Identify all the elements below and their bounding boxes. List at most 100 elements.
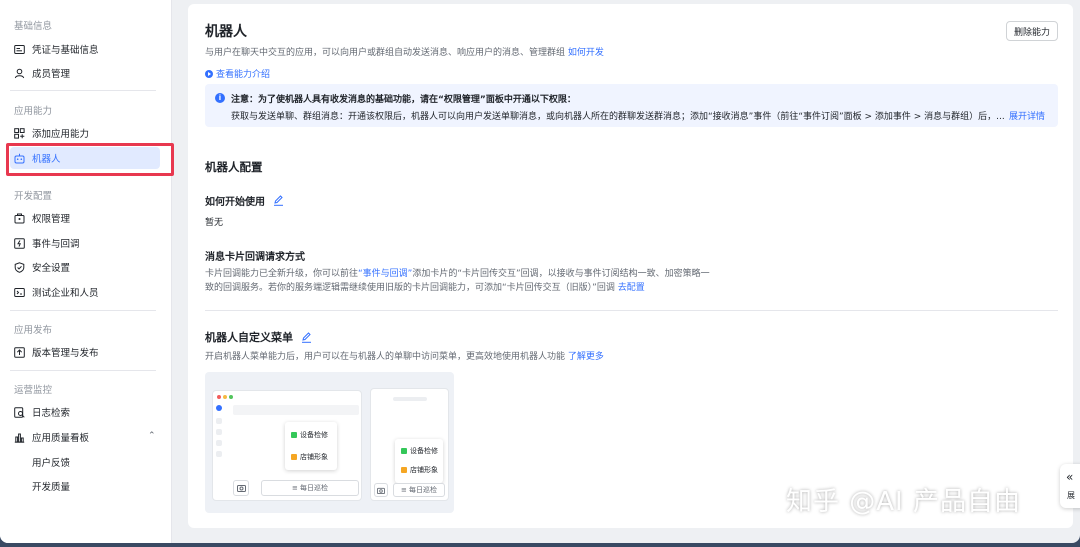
card-callback-text: 卡片回调能力已全新升级，你可以前往 bbox=[205, 269, 359, 279]
how-to-use-heading: 如何开始使用 bbox=[205, 193, 284, 208]
notice-body: 获取与发送单聊、群组消息：开通该权限后，机器人可以向用户发送单聊消息，或向机器人… bbox=[231, 112, 1005, 122]
section-title-release: 应用发布 bbox=[14, 325, 53, 336]
preview-line bbox=[393, 397, 427, 401]
page-description: 与用户在聊天中交互的应用，可以向用户或群组自动发送消息、响应用户的消息、管理群组… bbox=[205, 45, 604, 58]
highlight-box bbox=[6, 143, 174, 176]
preview-line bbox=[216, 440, 222, 446]
preview-menu-item: 设备检修 bbox=[401, 446, 438, 456]
preview-line bbox=[216, 429, 222, 435]
shield-icon bbox=[14, 261, 25, 273]
divider bbox=[10, 310, 156, 311]
sidebar-item-events[interactable]: 事件与回调 bbox=[10, 232, 160, 254]
card-callback-line2: 致的回调服务。若你的服务端逻辑需继续使用旧版的卡片回调能力，可添加“卡片回传交互… bbox=[205, 281, 645, 295]
play-icon bbox=[205, 69, 213, 78]
sidebar-item-members[interactable]: 成员管理 bbox=[10, 62, 160, 84]
card-callback-text: 致的回调服务。若你的服务端逻辑需继续使用旧版的卡片回调能力，可添加“卡片回传交互… bbox=[205, 283, 615, 293]
section-title-monitoring: 运营监控 bbox=[14, 385, 53, 396]
learn-more-link[interactable]: 了解更多 bbox=[568, 352, 604, 362]
chart-icon bbox=[14, 432, 25, 443]
preview-desktop-window: 设备检修 店铺形象 ≡ 每日巡检 bbox=[212, 390, 362, 501]
window-dot bbox=[223, 395, 227, 399]
expand-side-widget[interactable]: « 展 bbox=[1060, 464, 1080, 508]
page-title: 机器人 bbox=[205, 24, 247, 40]
sidebar-item-test-users[interactable]: 测试企业和人员 bbox=[10, 281, 160, 303]
window-dot bbox=[229, 395, 233, 399]
how-to-use-title: 如何开始使用 bbox=[205, 197, 265, 208]
how-to-develop-link[interactable]: 如何开发 bbox=[568, 48, 604, 58]
sidebar-item-label: 日志检索 bbox=[32, 408, 71, 419]
preview-line bbox=[216, 418, 222, 424]
info-icon: i bbox=[215, 93, 225, 103]
events-callback-link[interactable]: “事件与回调” bbox=[358, 269, 412, 279]
preview-menu-item: 店铺形象 bbox=[401, 465, 438, 475]
camera-icon bbox=[374, 483, 388, 497]
watermark: 知乎 @AI 产品自由 bbox=[786, 487, 1021, 517]
view-intro-link[interactable]: 查看能力介绍 bbox=[205, 67, 270, 80]
member-icon bbox=[14, 68, 25, 79]
custom-menu-heading: 机器人自定义菜单 bbox=[205, 329, 312, 345]
preview-avatar bbox=[216, 405, 222, 411]
preview-menu-popup: 设备检修 店铺形象 bbox=[285, 422, 337, 470]
sidebar-item-permissions[interactable]: 权限管理 bbox=[10, 207, 160, 229]
sidebar-item-quality-board[interactable]: 应用质量看板 bbox=[10, 426, 160, 448]
how-to-use-value: 暂无 bbox=[205, 218, 224, 228]
delete-capability-button[interactable]: 删除能力 bbox=[1006, 21, 1058, 41]
sidebar-item-label: 版本管理与发布 bbox=[32, 348, 99, 359]
sidebar-item-label: 用户反馈 bbox=[32, 458, 71, 469]
configure-link[interactable]: 去配置 bbox=[618, 283, 645, 293]
view-intro-label: 查看能力介绍 bbox=[216, 70, 271, 80]
custom-menu-desc: 开启机器人菜单能力后，用户可以在与机器人的单聊中访问菜单，更高效地使用机器人功能… bbox=[205, 350, 604, 364]
camera-icon bbox=[233, 480, 249, 496]
expand-details-link[interactable]: 展开详情 bbox=[1009, 109, 1045, 122]
upload-icon bbox=[14, 346, 25, 358]
sidebar-item-label: 凭证与基础信息 bbox=[32, 45, 99, 56]
wrench-icon bbox=[401, 448, 407, 454]
chevron-up-icon[interactable]: ⌃ bbox=[148, 431, 156, 441]
card-callback-text: 添加卡片的“卡片回传交互”回调，以接收与事件订阅结构一致、加密策略一 bbox=[412, 269, 710, 279]
edit-icon[interactable] bbox=[301, 331, 312, 343]
sidebar: 基础信息 凭证与基础信息 成员管理 应用能力 添加应用能力 机器人 开发配置 权… bbox=[0, 0, 172, 543]
divider bbox=[205, 310, 1058, 311]
sidebar-item-add-capability[interactable]: 添加应用能力 bbox=[10, 122, 160, 144]
menu-preview-image: 设备检修 店铺形象 ≡ 每日巡检 设备检修 店铺形象 ≡ 每日巡检 bbox=[205, 372, 454, 513]
sidebar-item-credentials[interactable]: 凭证与基础信息 bbox=[10, 38, 160, 60]
preview-mobile-window: 设备检修 店铺形象 ≡ 每日巡检 bbox=[370, 388, 449, 501]
sidebar-item-dev-quality[interactable]: 开发质量 bbox=[10, 475, 160, 497]
preview-daily-check-button: ≡ 每日巡检 bbox=[261, 480, 359, 496]
side-widget-label: 展 bbox=[1067, 491, 1075, 500]
sidebar-item-security[interactable]: 安全设置 bbox=[10, 256, 160, 278]
grid-plus-icon bbox=[14, 127, 25, 139]
divider bbox=[10, 370, 156, 371]
preview-menu-label: 设备检修 bbox=[300, 431, 328, 439]
event-icon bbox=[14, 237, 25, 249]
sidebar-item-log-search[interactable]: 日志检索 bbox=[10, 401, 160, 423]
permission-notice: i 注意：为了使机器人具有收发消息的基础功能，请在“权限管理”面板中开通以下权限… bbox=[205, 84, 1058, 127]
edit-icon[interactable] bbox=[273, 195, 284, 206]
window-dot bbox=[217, 395, 221, 399]
preview-line bbox=[216, 451, 222, 457]
preview-menu-label: 店铺形象 bbox=[300, 453, 328, 461]
divider bbox=[10, 90, 156, 91]
sidebar-item-label: 开发质量 bbox=[32, 482, 71, 493]
custom-menu-title: 机器人自定义菜单 bbox=[205, 331, 293, 344]
description-text: 与用户在聊天中交互的应用，可以向用户或群组自动发送消息、响应用户的消息、管理群组 bbox=[205, 48, 566, 58]
wrench-icon bbox=[291, 432, 297, 438]
sidebar-item-label: 事件与回调 bbox=[32, 239, 80, 250]
preview-menu-label: 店铺形象 bbox=[410, 466, 438, 474]
preview-menu-label: 设备检修 bbox=[410, 447, 438, 455]
section-title-basic: 基础信息 bbox=[14, 21, 53, 32]
section-title-dev-config: 开发配置 bbox=[14, 191, 53, 202]
sidebar-item-versions[interactable]: 版本管理与发布 bbox=[10, 341, 160, 363]
sidebar-item-user-feedback[interactable]: 用户反馈 bbox=[10, 451, 160, 473]
notice-title: 注意：为了使机器人具有收发消息的基础功能，请在“权限管理”面板中开通以下权限： bbox=[231, 95, 576, 105]
preview-menu-item: 店铺形象 bbox=[291, 452, 328, 462]
credential-icon bbox=[14, 44, 25, 55]
section-title-capabilities: 应用能力 bbox=[14, 106, 53, 117]
test-icon bbox=[14, 287, 25, 298]
log-search-icon bbox=[14, 406, 25, 418]
sidebar-item-label: 安全设置 bbox=[32, 263, 71, 274]
robot-config-heading: 机器人配置 bbox=[205, 160, 263, 174]
sidebar-item-label: 测试企业和人员 bbox=[32, 288, 99, 299]
app-frame: 基础信息 凭证与基础信息 成员管理 应用能力 添加应用能力 机器人 开发配置 权… bbox=[0, 0, 1080, 543]
preview-header bbox=[233, 405, 359, 415]
